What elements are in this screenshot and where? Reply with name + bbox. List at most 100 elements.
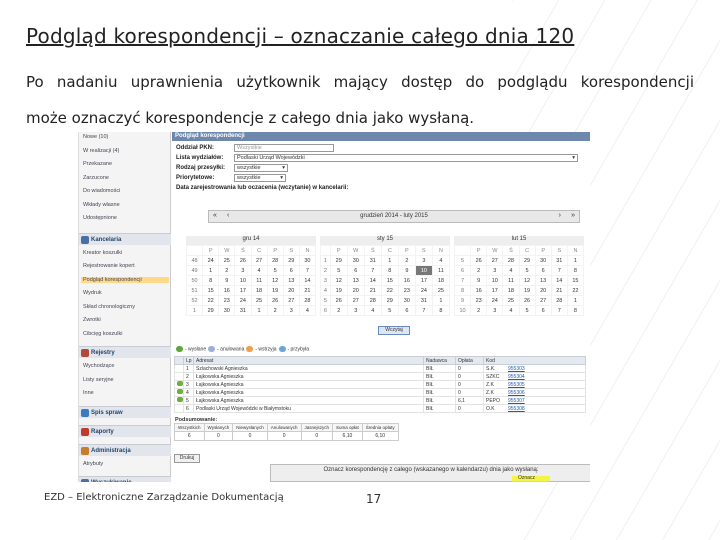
calendar-day[interactable]: 8 bbox=[566, 305, 585, 316]
reference-link[interactable]: 955308 bbox=[508, 406, 525, 412]
sidebar-item[interactable]: Przekazane bbox=[83, 161, 112, 167]
calendar-day[interactable]: 14 bbox=[550, 275, 568, 286]
calendar-day[interactable]: 15 bbox=[380, 275, 399, 286]
calendar-day[interactable]: 30 bbox=[534, 255, 552, 266]
mark-button[interactable]: Oznacz bbox=[518, 475, 535, 481]
calendar-day[interactable]: 10 bbox=[414, 265, 433, 276]
calendar-day[interactable]: 6 bbox=[282, 265, 300, 276]
calendar-day[interactable]: 8 bbox=[380, 265, 399, 276]
rejestry-section[interactable]: Rejestry bbox=[79, 346, 171, 358]
calendar-day[interactable]: 3 bbox=[414, 255, 433, 266]
calendar-day[interactable]: 5 bbox=[380, 305, 399, 316]
calendar-day[interactable]: 19 bbox=[518, 285, 536, 296]
calendar-day[interactable]: 23 bbox=[470, 295, 488, 306]
calendar-day[interactable]: 31 bbox=[363, 255, 382, 266]
calendar-day[interactable]: 1 bbox=[431, 295, 451, 306]
next-month-icon[interactable]: › bbox=[559, 212, 561, 219]
calendar-day[interactable]: 28 bbox=[363, 295, 382, 306]
calendar-day[interactable]: 26 bbox=[470, 255, 488, 266]
calendar-day[interactable]: 25 bbox=[431, 285, 451, 296]
calendar-day[interactable]: 14 bbox=[298, 275, 317, 286]
calendar-day[interactable]: 4 bbox=[298, 305, 317, 316]
load-button[interactable]: Wczytaj bbox=[378, 326, 410, 335]
calendar-day[interactable]: 24 bbox=[414, 285, 433, 296]
calendar-day[interactable]: 3 bbox=[486, 265, 504, 276]
calendar-day[interactable]: 30 bbox=[346, 255, 365, 266]
calendar-day[interactable]: 28 bbox=[266, 255, 284, 266]
calendar-day[interactable]: 9 bbox=[218, 275, 236, 286]
table-row[interactable]: 3 Łajkowska Agnieszka BIŁ 0 Z.K 955305 bbox=[174, 380, 586, 389]
calendar-day[interactable]: 23 bbox=[397, 285, 416, 296]
calendar-day[interactable]: 17 bbox=[234, 285, 252, 296]
calendar-day[interactable]: 12 bbox=[518, 275, 536, 286]
select-priorytet[interactable]: wszystkie ▾ bbox=[234, 174, 286, 182]
calendar-day[interactable]: 2 bbox=[397, 255, 416, 266]
calendar-day[interactable]: 12 bbox=[266, 275, 284, 286]
calendar-day[interactable]: 21 bbox=[363, 285, 382, 296]
reference-link[interactable]: 955304 bbox=[508, 374, 525, 380]
calendar-day[interactable]: 4 bbox=[431, 255, 451, 266]
calendar-day[interactable]: 5 bbox=[518, 265, 536, 276]
reference-link[interactable]: 955305 bbox=[508, 382, 525, 388]
reference-link[interactable]: 955307 bbox=[508, 398, 525, 404]
calendar-day[interactable]: 18 bbox=[250, 285, 268, 296]
calendar-day[interactable]: 1 bbox=[202, 265, 220, 276]
calendar-day[interactable]: 26 bbox=[518, 295, 536, 306]
calendar-day[interactable]: 7 bbox=[550, 305, 568, 316]
calendar-day[interactable]: 20 bbox=[346, 285, 365, 296]
calendar-day[interactable]: 30 bbox=[397, 295, 416, 306]
calendar-day[interactable]: 8 bbox=[202, 275, 220, 286]
calendar-day[interactable]: 9 bbox=[470, 275, 488, 286]
calendar-day[interactable]: 24 bbox=[486, 295, 504, 306]
calendar-day[interactable]: 29 bbox=[282, 255, 300, 266]
calendar-day[interactable]: 9 bbox=[397, 265, 416, 276]
calendar-day[interactable]: 13 bbox=[282, 275, 300, 286]
calendar-day[interactable]: 22 bbox=[380, 285, 399, 296]
sidebar-item[interactable]: Atrybuty bbox=[83, 461, 103, 467]
calendar-day[interactable]: 12 bbox=[329, 275, 348, 286]
sidebar-item[interactable]: Wychodzące bbox=[83, 363, 114, 369]
calendar-day[interactable]: 2 bbox=[218, 265, 236, 276]
sidebar-item[interactable]: Inne bbox=[83, 390, 94, 396]
calendar-day[interactable]: 16 bbox=[470, 285, 488, 296]
sidebar-item[interactable]: Zarzucone bbox=[83, 175, 109, 181]
calendar-day[interactable]: 3 bbox=[234, 265, 252, 276]
calendar-day[interactable]: 17 bbox=[414, 275, 433, 286]
calendar-day[interactable]: 7 bbox=[550, 265, 568, 276]
calendar-day[interactable]: 8 bbox=[431, 305, 451, 316]
calendar-day[interactable]: 1 bbox=[566, 255, 585, 266]
calendar-day[interactable]: 7 bbox=[363, 265, 382, 276]
calendar-day[interactable]: 8 bbox=[566, 265, 585, 276]
table-row[interactable]: 1 Szlachowski Agnieszka BIŁ 0 S.K. 955303 bbox=[174, 364, 586, 373]
calendar-day[interactable]: 21 bbox=[298, 285, 317, 296]
calendar-day[interactable]: 25 bbox=[218, 255, 236, 266]
table-row[interactable]: 6 Podlaski Urząd Wojewódzki w Białymstoku… bbox=[174, 404, 586, 413]
calendar-day[interactable]: 6 bbox=[534, 265, 552, 276]
select-oddzial[interactable]: Wszystkie bbox=[234, 144, 334, 152]
calendar-day[interactable]: 20 bbox=[282, 285, 300, 296]
calendar-day[interactable]: 15 bbox=[202, 285, 220, 296]
calendar-day[interactable]: 29 bbox=[202, 305, 220, 316]
calendar-day[interactable]: 26 bbox=[266, 295, 284, 306]
calendar-day[interactable]: 16 bbox=[397, 275, 416, 286]
calendar-day[interactable]: 26 bbox=[234, 255, 252, 266]
sidebar-item[interactable]: Wydruk bbox=[83, 290, 102, 296]
sidebar-item[interactable]: Cibcięg koszulki bbox=[83, 331, 122, 337]
calendar-day[interactable]: 4 bbox=[502, 305, 520, 316]
calendar-day[interactable]: 4 bbox=[502, 265, 520, 276]
calendar-day[interactable]: 3 bbox=[282, 305, 300, 316]
print-button[interactable]: Drukuj bbox=[174, 454, 200, 463]
select-lista[interactable]: Podlaski Urząd Wojewódzki ▾ bbox=[234, 154, 578, 162]
sidebar-item[interactable]: Do wiadomości bbox=[83, 188, 120, 194]
calendar-day[interactable]: 25 bbox=[502, 295, 520, 306]
calendar-day[interactable]: 5 bbox=[518, 305, 536, 316]
calendar-day[interactable]: 29 bbox=[380, 295, 399, 306]
calendar-day[interactable]: 7 bbox=[414, 305, 433, 316]
calendar-day[interactable]: 1 bbox=[250, 305, 268, 316]
calendar-day[interactable]: 30 bbox=[218, 305, 236, 316]
calendar-day[interactable]: 15 bbox=[566, 275, 585, 286]
calendar-day[interactable]: 5 bbox=[266, 265, 284, 276]
calendar-day[interactable]: 13 bbox=[534, 275, 552, 286]
calendar-day[interactable]: 31 bbox=[550, 255, 568, 266]
calendar-day[interactable]: 27 bbox=[346, 295, 365, 306]
